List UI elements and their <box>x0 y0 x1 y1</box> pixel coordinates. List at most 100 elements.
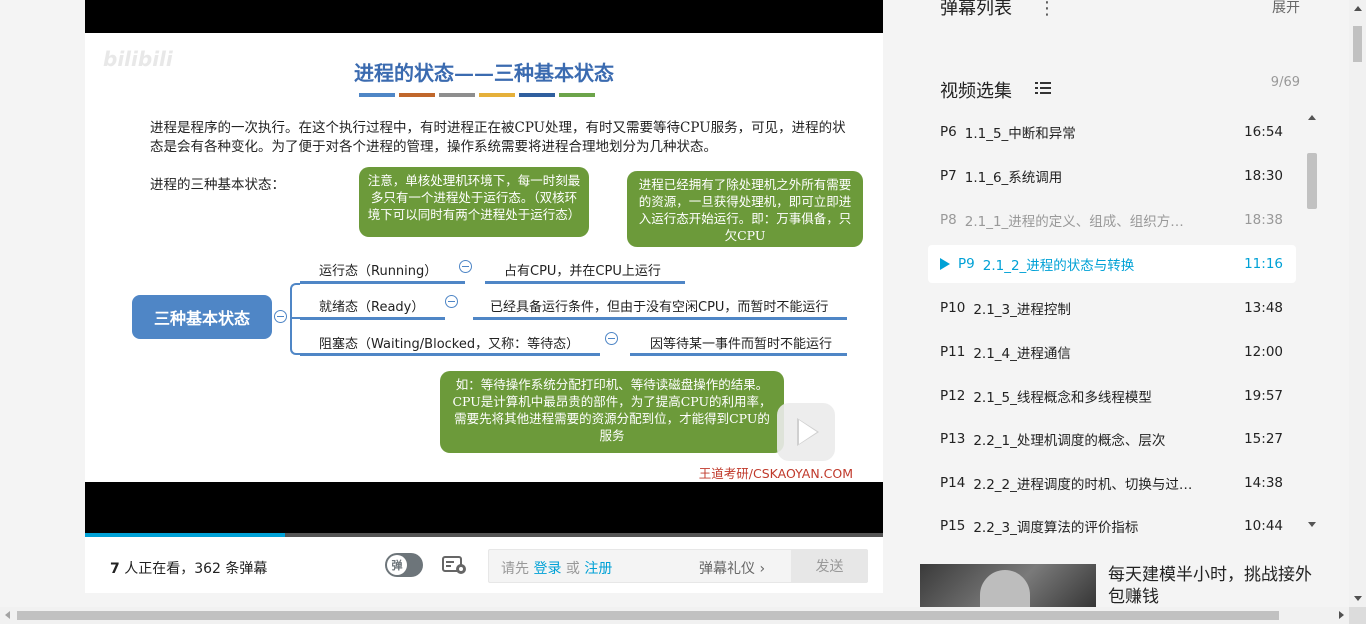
color-bar <box>519 93 555 97</box>
danmaku-toggle[interactable]: 弹 <box>385 553 423 577</box>
state-underline <box>473 317 847 320</box>
state-running-desc: 占有CPU，并在CPU上运行 <box>504 264 661 279</box>
collapse-icon <box>605 332 618 345</box>
color-bar <box>439 93 475 97</box>
mindmap-connector <box>290 317 300 319</box>
scroll-left-icon[interactable] <box>5 611 10 619</box>
list-icon[interactable] <box>1035 81 1051 95</box>
playlist-title: 视频选集 <box>940 81 1012 102</box>
playlist-scrollbar[interactable] <box>1304 111 1320 537</box>
episode-number: P6 <box>940 124 957 140</box>
episode-number: P7 <box>940 168 957 184</box>
mindmap-root: 三种基本状态 <box>132 295 272 339</box>
viewers-info: 7 人正在看，362 条弹幕 <box>110 558 267 578</box>
playlist-item[interactable]: P11 2.1_4_进程通信 12:00 <box>928 333 1296 371</box>
video-frame[interactable]: bilibili 进程的状态——三种基本状态 进程是程序的一次执行。在这个执行过… <box>85 33 883 482</box>
playlist-item[interactable]: P14 2.2_2_进程调度的时机、切换与过程… 14:38 <box>928 464 1296 502</box>
state-underline <box>485 281 685 284</box>
danmaku-etiquette-link[interactable]: 弹幕礼仪 › <box>699 558 765 578</box>
prompt-or: 或 <box>561 561 585 577</box>
scroll-thumb[interactable] <box>1307 153 1317 209</box>
playing-icon <box>940 258 950 270</box>
danmaku-settings-icon[interactable] <box>442 555 468 575</box>
state-underline <box>300 353 600 356</box>
slide-brand: 王道考研/CSKAOYAN.COM <box>698 466 853 481</box>
danmaku-count: 362 条弹幕 <box>194 561 268 577</box>
danmaku-list-title: 弹幕列表 <box>940 0 1012 19</box>
episode-name: 2.1_2_进程的状态与转换 <box>982 258 1135 274</box>
episode-duration: 19:57 <box>1244 388 1283 404</box>
playlist-item[interactable]: P13 2.2_1_处理机调度的概念、层次 15:27 <box>928 420 1296 458</box>
episode-name: 1.1_5_中断和异常 <box>964 126 1076 142</box>
episode-number: P10 <box>940 300 966 316</box>
mindmap-connector <box>290 283 300 355</box>
state-running-label: 运行态（Running） <box>319 264 438 279</box>
slide-paragraph: 进程是程序的一次执行。在这个执行过程中，有时进程正在被CPU处理，有时又需要等待… <box>150 120 846 155</box>
playlist-count: 9/69 <box>1270 75 1300 90</box>
episode-playlist: 视频选集 9/69 P6 1.1_5_中断和异常 16:54 P7 1.1_6_… <box>920 61 1320 537</box>
color-bar <box>399 93 435 97</box>
episode-duration: 16:54 <box>1244 124 1283 140</box>
register-link[interactable]: 注册 <box>584 561 612 577</box>
danmaku-expand-button[interactable]: 展开 <box>1272 0 1300 17</box>
state-underline <box>630 353 847 356</box>
episode-number: P14 <box>940 475 966 491</box>
scroll-thumb[interactable] <box>1353 26 1362 62</box>
play-button[interactable] <box>777 403 835 461</box>
slide-title: 进程的状态——三种基本状态 <box>354 61 614 85</box>
scroll-right-icon[interactable] <box>1339 611 1344 619</box>
playlist-item[interactable]: P12 2.1_5_线程概念和多线程模型 19:57 <box>928 377 1296 415</box>
playlist-item-active[interactable]: P9 2.1_2_进程的状态与转换 11:16 <box>928 245 1296 283</box>
page: bilibili 进程的状态——三种基本状态 进程是程序的一次执行。在这个执行过… <box>0 0 1366 624</box>
scrollbar-corner <box>1349 607 1366 624</box>
episode-duration: 10:44 <box>1244 518 1283 534</box>
danmaku-bar: 7 人正在看，362 条弹幕 弹 请先 登录 或 注册 弹幕礼仪 › 发送 <box>85 537 883 593</box>
episode-number: P11 <box>940 344 966 360</box>
note-bubble-blocked: 如：等待操作系统分配打印机、等待读磁盘操作的结果。CPU是计算机中最昂贵的部件，… <box>440 371 784 453</box>
playlist-item[interactable]: P6 1.1_5_中断和异常 16:54 <box>928 113 1296 151</box>
episode-duration: 13:48 <box>1244 300 1283 316</box>
episode-number: P9 <box>958 256 975 272</box>
page-horizontal-scrollbar[interactable] <box>0 607 1349 624</box>
scroll-up-icon[interactable] <box>1308 115 1316 120</box>
episode-duration: 14:38 <box>1244 475 1283 491</box>
episode-name: 2.2_2_进程调度的时机、切换与过程… <box>973 477 1206 493</box>
playlist-item[interactable]: P7 1.1_6_系统调用 18:30 <box>928 157 1296 195</box>
playlist-item[interactable]: P8 2.1_1_进程的定义、组成、组织方式、… 18:38 <box>928 201 1296 239</box>
episode-name: 2.2_3_调度算法的评价指标 <box>973 520 1139 536</box>
prompt-prefix: 请先 <box>501 561 534 577</box>
scroll-thumb[interactable] <box>17 611 1279 620</box>
viewers-label: 人正在看， <box>119 561 195 577</box>
page-vertical-scrollbar[interactable] <box>1349 0 1366 607</box>
viewers-count: 7 <box>110 561 120 577</box>
more-icon[interactable]: ⋮ <box>1038 0 1056 19</box>
episode-duration: 15:27 <box>1244 431 1283 447</box>
note-bubble-single-core: 注意，单核处理机环境下，每一时刻最多只有一个进程处于运行态。（双核环境下可以同时… <box>359 167 589 237</box>
episode-number: P12 <box>940 388 966 404</box>
scroll-down-icon[interactable] <box>1308 522 1316 527</box>
send-button[interactable]: 发送 <box>791 550 868 582</box>
state-underline <box>300 281 465 284</box>
episode-number: P15 <box>940 518 966 534</box>
state-ready-label: 就绪态（Ready） <box>319 300 425 315</box>
danmaku-input[interactable]: 请先 登录 或 注册 弹幕礼仪 › 发送 <box>488 549 868 583</box>
scroll-down-icon[interactable] <box>1354 596 1362 601</box>
episode-name: 1.1_6_系统调用 <box>964 170 1063 186</box>
color-bar <box>359 93 395 97</box>
playlist-item[interactable]: P10 2.1_3_进程控制 13:48 <box>928 289 1296 327</box>
login-link[interactable]: 登录 <box>533 561 561 577</box>
episode-duration: 12:00 <box>1244 344 1283 360</box>
state-blocked-desc: 因等待某一事件而暂时不能运行 <box>650 337 833 352</box>
episode-name: 2.1_3_进程控制 <box>973 302 1071 318</box>
state-blocked-label: 阻塞态（Waiting/Blocked，又称：等待态） <box>319 337 580 352</box>
slide-subheading: 进程的三种基本状态： <box>150 177 285 193</box>
playlist-item[interactable]: P15 2.2_3_调度算法的评价指标 10:44 <box>928 507 1296 537</box>
danmaku-toggle-knob: 弹 <box>387 555 407 575</box>
episode-name: 2.1_4_进程通信 <box>973 346 1071 362</box>
recommended-title[interactable]: 每天建模半小时，挑战接外包赚钱 <box>1108 564 1323 608</box>
episode-number: P8 <box>940 212 957 228</box>
scroll-up-icon[interactable] <box>1354 6 1362 11</box>
video-player[interactable]: bilibili 进程的状态——三种基本状态 进程是程序的一次执行。在这个执行过… <box>85 0 883 537</box>
collapse-icon <box>445 295 458 308</box>
slide-color-bars <box>359 93 595 97</box>
